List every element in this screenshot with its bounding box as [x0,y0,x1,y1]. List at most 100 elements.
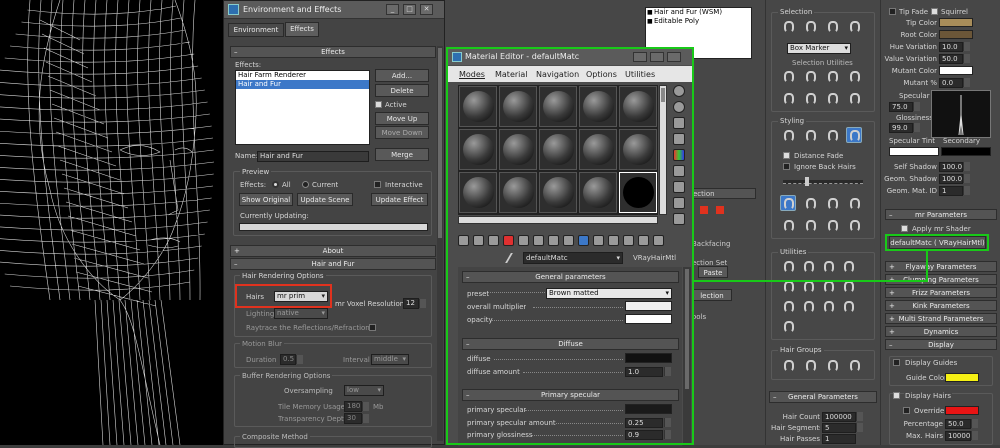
select-hook-icon[interactable] [780,18,796,34]
ignore-back-hairs-checkbox[interactable] [783,163,790,170]
name-input[interactable]: Hair and Fur [257,151,369,162]
select-util-4-icon[interactable] [846,68,862,84]
hair-group-4-icon[interactable] [846,357,862,373]
tile-memory-input[interactable]: 180 [344,401,362,412]
hair-segments-spinner[interactable] [856,423,863,432]
style-8-icon[interactable] [846,217,862,233]
uv-tiling-icon[interactable] [673,133,685,145]
select-hook-2-icon[interactable] [802,18,818,34]
parent-icon[interactable] [653,235,664,246]
list-item[interactable]: Hair Farm Renderer [236,71,369,80]
transparency-input[interactable]: 30 [344,413,362,424]
select-util-3-icon[interactable] [824,68,840,84]
hair-group-3-icon[interactable] [824,357,840,373]
mat-titlebar[interactable]: Material Editor - defaultMatc [448,49,693,65]
util-4-icon[interactable] [840,258,856,274]
select-brush-icon[interactable] [824,127,840,143]
delete-button[interactable]: Delete [375,84,429,97]
env-scrollbar[interactable] [437,46,443,441]
hair-passes-input[interactable]: 1 [822,434,856,444]
lighting-dropdown[interactable]: native ▾ [274,308,328,319]
menu-material[interactable]: Material [495,70,528,79]
material-name-dropdown[interactable]: defaultMatc ▾ [523,252,623,264]
hair-cut-icon[interactable] [802,127,818,143]
select-util-6-icon[interactable] [802,90,818,106]
self-shadow-spinner[interactable] [963,162,970,171]
video-check-icon[interactable] [673,149,685,161]
sample-slot[interactable] [499,129,537,170]
hair-count-input[interactable]: 100000 [822,412,856,422]
override-checkbox[interactable] [903,407,910,414]
update-effect-button[interactable]: Update Effect [371,193,428,206]
mutant-percent-spinner[interactable] [963,78,970,87]
radio-current[interactable] [302,181,309,188]
rollout-about[interactable]: + About [230,245,436,257]
tip-fade-checkbox[interactable] [889,8,896,15]
make-unique-icon[interactable] [518,235,529,246]
select-util-7-icon[interactable] [824,90,840,106]
sample-slot-active[interactable] [619,172,657,213]
glossiness-input[interactable]: 99.0 [889,123,913,133]
select-util-2-icon[interactable] [802,68,818,84]
primary-specular-amount-spinner[interactable] [664,418,671,427]
root-color-swatch[interactable] [939,30,973,39]
overall-multiplier-swatch[interactable] [625,301,672,311]
self-shadow-input[interactable]: 100.0 [939,162,963,172]
viewport-left[interactable] [0,0,223,445]
diffuse-amount-spinner[interactable] [664,367,671,376]
sample-slot[interactable] [579,172,617,213]
sample-slot[interactable] [499,86,537,127]
tile-memory-spinner[interactable] [362,402,369,411]
menu-navigation[interactable]: Navigation [536,70,579,79]
specular-spinner[interactable] [913,102,920,111]
sample-slot[interactable] [619,129,657,170]
hair-brush-icon[interactable] [780,127,796,143]
sample-slot[interactable] [579,86,617,127]
rollout-mr-parameters[interactable]: – mr Parameters [885,209,997,220]
paste-button[interactable]: Paste [698,266,728,278]
sample-slot[interactable] [619,86,657,127]
get-material-icon[interactable] [458,235,469,246]
close-icon[interactable]: ✕ [420,4,433,15]
material-options-icon[interactable] [623,235,634,246]
update-scene-button[interactable]: Update Scene [297,193,353,206]
menu-options[interactable]: Options [586,70,617,79]
rollout-kink-parameters[interactable]: + Kink Parameters [885,300,997,311]
diffuse-amount-input[interactable]: 1.0 [625,367,663,377]
primary-glossiness-spinner[interactable] [664,430,671,439]
util-13-icon[interactable] [780,318,796,334]
guide-color-swatch[interactable] [945,373,979,382]
oversampling-dropdown[interactable]: low ▾ [344,385,384,396]
maximize-icon[interactable]: □ [403,4,416,15]
move-down-button[interactable]: Move Down [375,126,429,139]
vertex-mode-icon[interactable] [700,206,708,214]
primary-specular-swatch[interactable] [625,404,672,414]
sample-slot[interactable] [499,172,537,213]
max-hairs-input[interactable]: 10000 [945,431,971,441]
util-9-icon[interactable] [780,298,796,314]
glossiness-spinner[interactable] [913,123,920,132]
override-color-swatch[interactable] [945,406,979,415]
rollout-general-parameters-hair[interactable]: – General Parameters [769,391,877,403]
style-7-icon[interactable] [824,217,840,233]
backlight-icon[interactable] [673,101,685,113]
reset-map-icon[interactable] [503,235,514,246]
style-6-icon[interactable] [802,217,818,233]
put-to-scene-icon[interactable] [473,235,484,246]
show-in-viewport-icon[interactable] [563,235,574,246]
apply-mr-shader-checkbox[interactable] [901,225,908,232]
util-11-icon[interactable] [820,298,836,314]
rollout-multi-strand-parameters[interactable]: + Multi Strand Parameters [885,313,997,324]
tab-effects[interactable]: Effects [285,22,319,37]
menu-modes[interactable]: Modes [459,70,485,79]
hue-variation-spinner[interactable] [963,42,970,51]
select-hook-3-icon[interactable] [824,18,840,34]
primary-glossiness-input[interactable]: 0.9 [625,430,663,440]
geom-shadow-spinner[interactable] [963,174,970,183]
transparency-spinner[interactable] [362,414,369,423]
env-titlebar[interactable]: Environment and Effects _ □ ✕ [224,1,444,19]
material-id-icon[interactable] [548,235,559,246]
sample-slot[interactable] [459,86,497,127]
move-up-button[interactable]: Move Up [375,112,429,125]
go-to-parent-icon[interactable] [593,235,604,246]
